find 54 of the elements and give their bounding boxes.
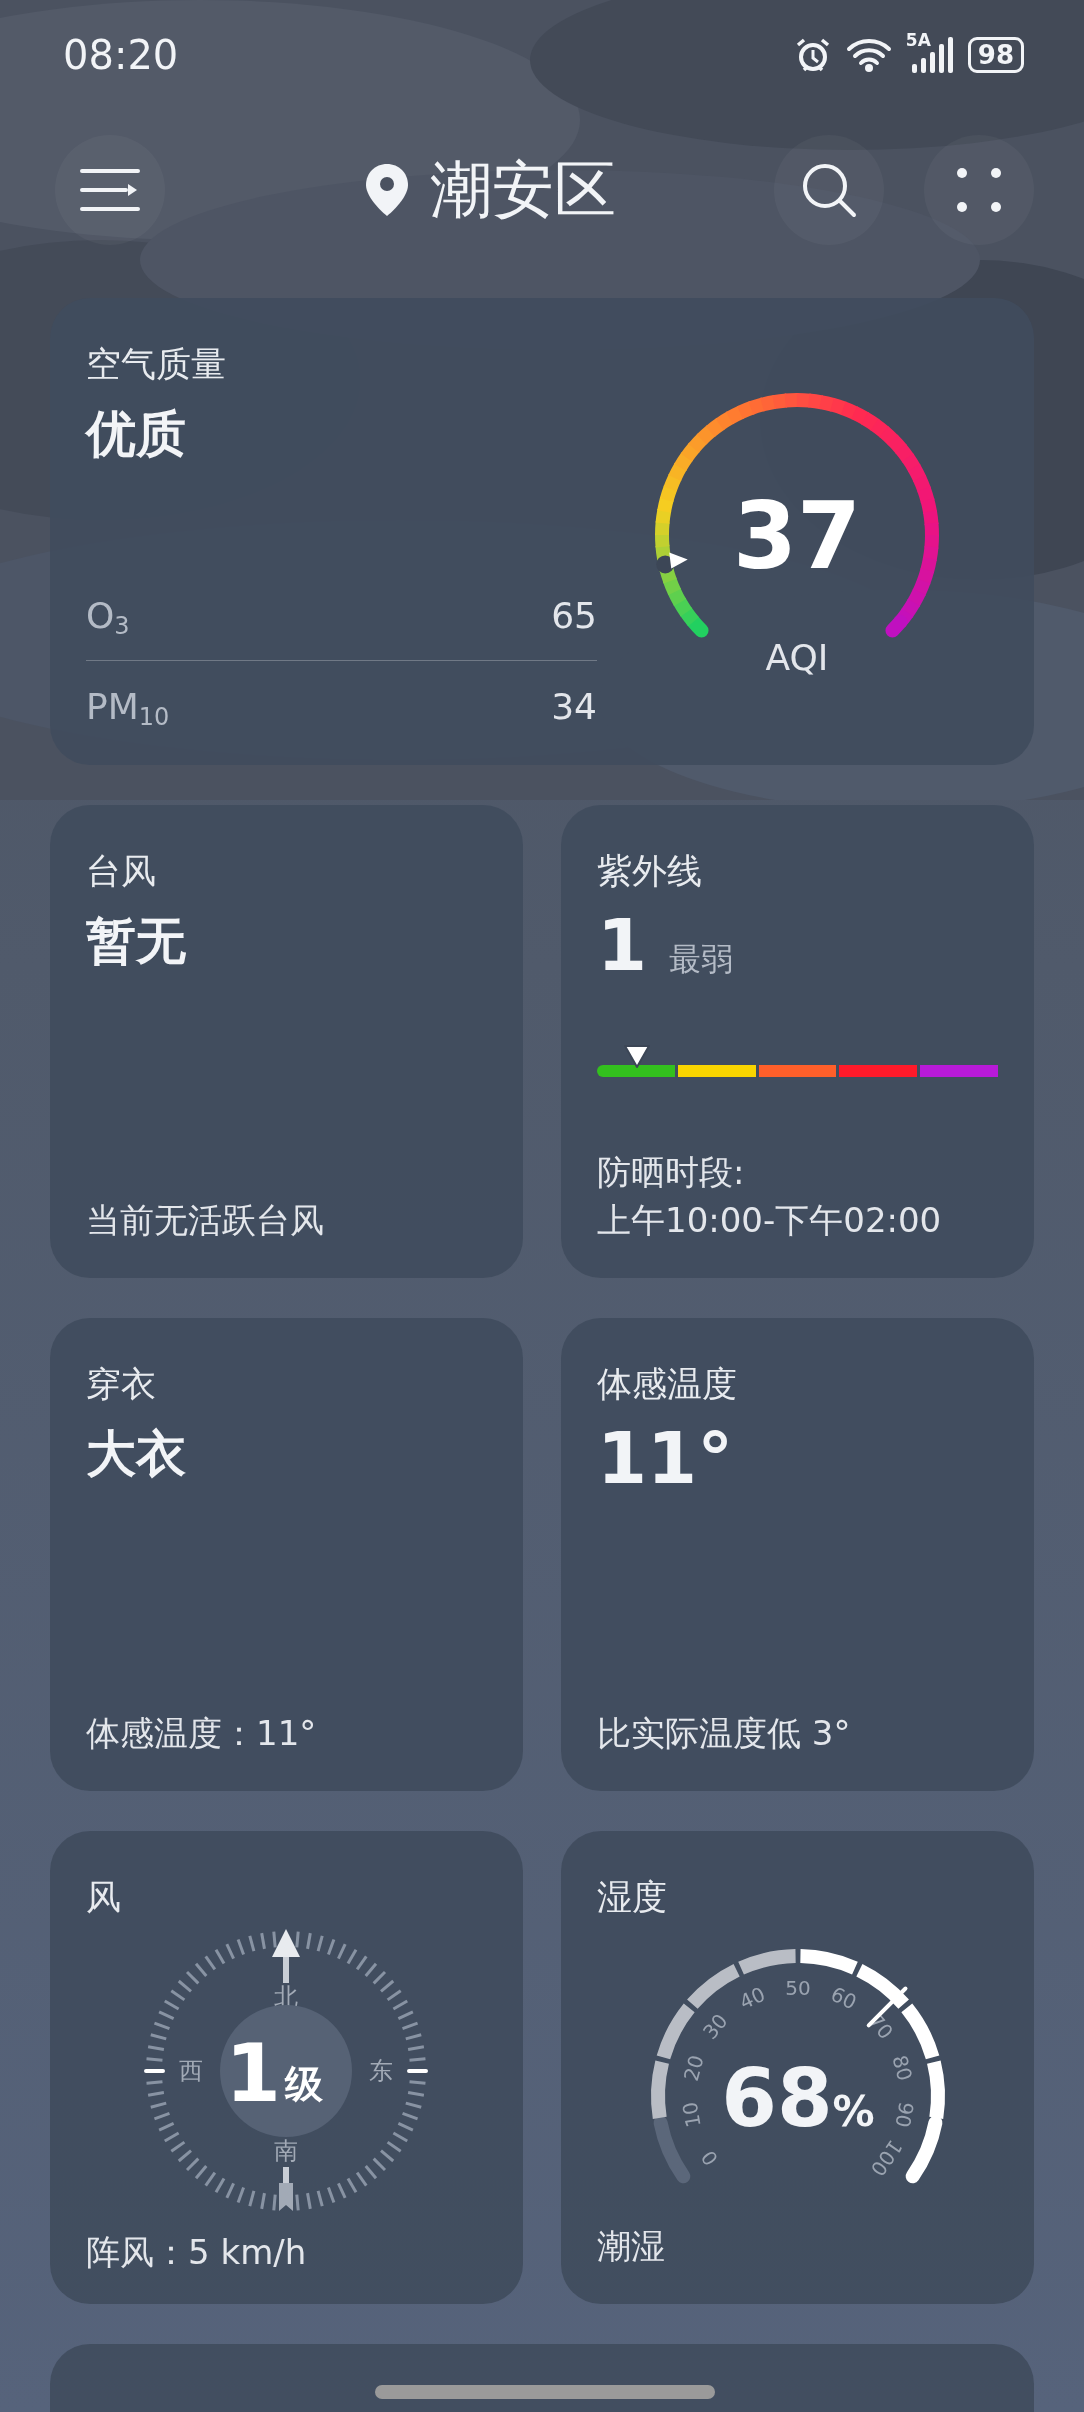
scale-label: 80 — [887, 2052, 918, 2084]
clothing-card[interactable]: 穿衣 大衣 体感温度：11° — [50, 1318, 523, 1791]
scale-label: 90 — [890, 2100, 919, 2130]
aqi-value: 37 — [733, 483, 861, 590]
air-quality-card[interactable]: 空气质量 优质 O$_{3}$ 65 PM$_{10}$ 34 37 AQI — [50, 298, 1034, 765]
card-title: 风 — [86, 1876, 122, 1919]
scale-label: 20 — [678, 2052, 709, 2084]
sun-protection-label: 防晒时段: — [597, 1151, 746, 1194]
typhoon-card[interactable]: 台风 暂无 当前无活跃台风 — [50, 805, 523, 1278]
clothing-advice: 大衣 — [86, 1424, 187, 1485]
uv-index: 1 — [597, 905, 648, 985]
wind-force: 1 — [225, 2027, 281, 2120]
battery-indicator: 98 — [967, 37, 1024, 73]
scale-label: 50 — [785, 1976, 811, 2000]
status-time: 08:20 — [63, 32, 180, 78]
pollutant-value: 65 — [551, 594, 597, 636]
feels-like-card[interactable]: 体感温度 11° 比实际温度低 3° — [561, 1318, 1034, 1791]
scale-label: 30 — [697, 2009, 733, 2045]
card-title: 紫外线 — [597, 850, 703, 893]
typhoon-note: 当前无活跃台风 — [86, 1199, 325, 1242]
feels-like-temperature: 11° — [597, 1416, 735, 1500]
card-title: 湿度 — [597, 1876, 668, 1919]
scale-label: 40 — [735, 1981, 769, 2015]
air-quality-level: 优质 — [86, 404, 187, 465]
compass-direction: 南 — [274, 2137, 298, 2165]
clothing-note: 体感温度：11° — [86, 1712, 318, 1755]
sun-protection-time: 上午10:00-下午02:00 — [597, 1199, 943, 1242]
uv-card[interactable]: 紫外线 1 最弱 防晒时段: 上午10:00-下午02:00 — [561, 805, 1034, 1278]
pollutant-value: 34 — [551, 685, 597, 727]
scale-label: 0 — [696, 2145, 723, 2171]
card-title: 体感温度 — [597, 1363, 738, 1406]
humidity-value: 68 — [721, 2052, 833, 2145]
humidity-description: 潮湿 — [597, 2225, 666, 2268]
compass-direction: 东 — [369, 2057, 393, 2085]
compass-direction: 西 — [179, 2057, 203, 2085]
location-name: 潮安区 — [429, 152, 616, 228]
uv-description: 最弱 — [669, 939, 734, 980]
wifi-icon — [845, 37, 892, 73]
typhoon-status: 暂无 — [86, 911, 187, 972]
location-pin-icon — [363, 162, 410, 218]
wind-force-unit: 级 — [285, 2062, 323, 2106]
aqi-label: AQI — [765, 637, 829, 678]
feels-like-note: 比实际温度低 3° — [597, 1712, 852, 1755]
humidity-unit: % — [832, 2087, 875, 2136]
card-title: 穿衣 — [86, 1363, 157, 1406]
card-title: 空气质量 — [86, 343, 227, 386]
pollutant-name: O$_{3}$ — [86, 594, 130, 636]
pollutant-name: PM$_{10}$ — [86, 685, 170, 727]
gauge-marker — [656, 552, 688, 574]
card-title: 台风 — [86, 850, 157, 893]
more-dots-icon — [957, 168, 1001, 212]
wind-gust: 阵风：5 km/h — [86, 2231, 308, 2274]
scale-label: 60 — [827, 1981, 861, 2015]
scale-label: 10 — [677, 2100, 706, 2130]
